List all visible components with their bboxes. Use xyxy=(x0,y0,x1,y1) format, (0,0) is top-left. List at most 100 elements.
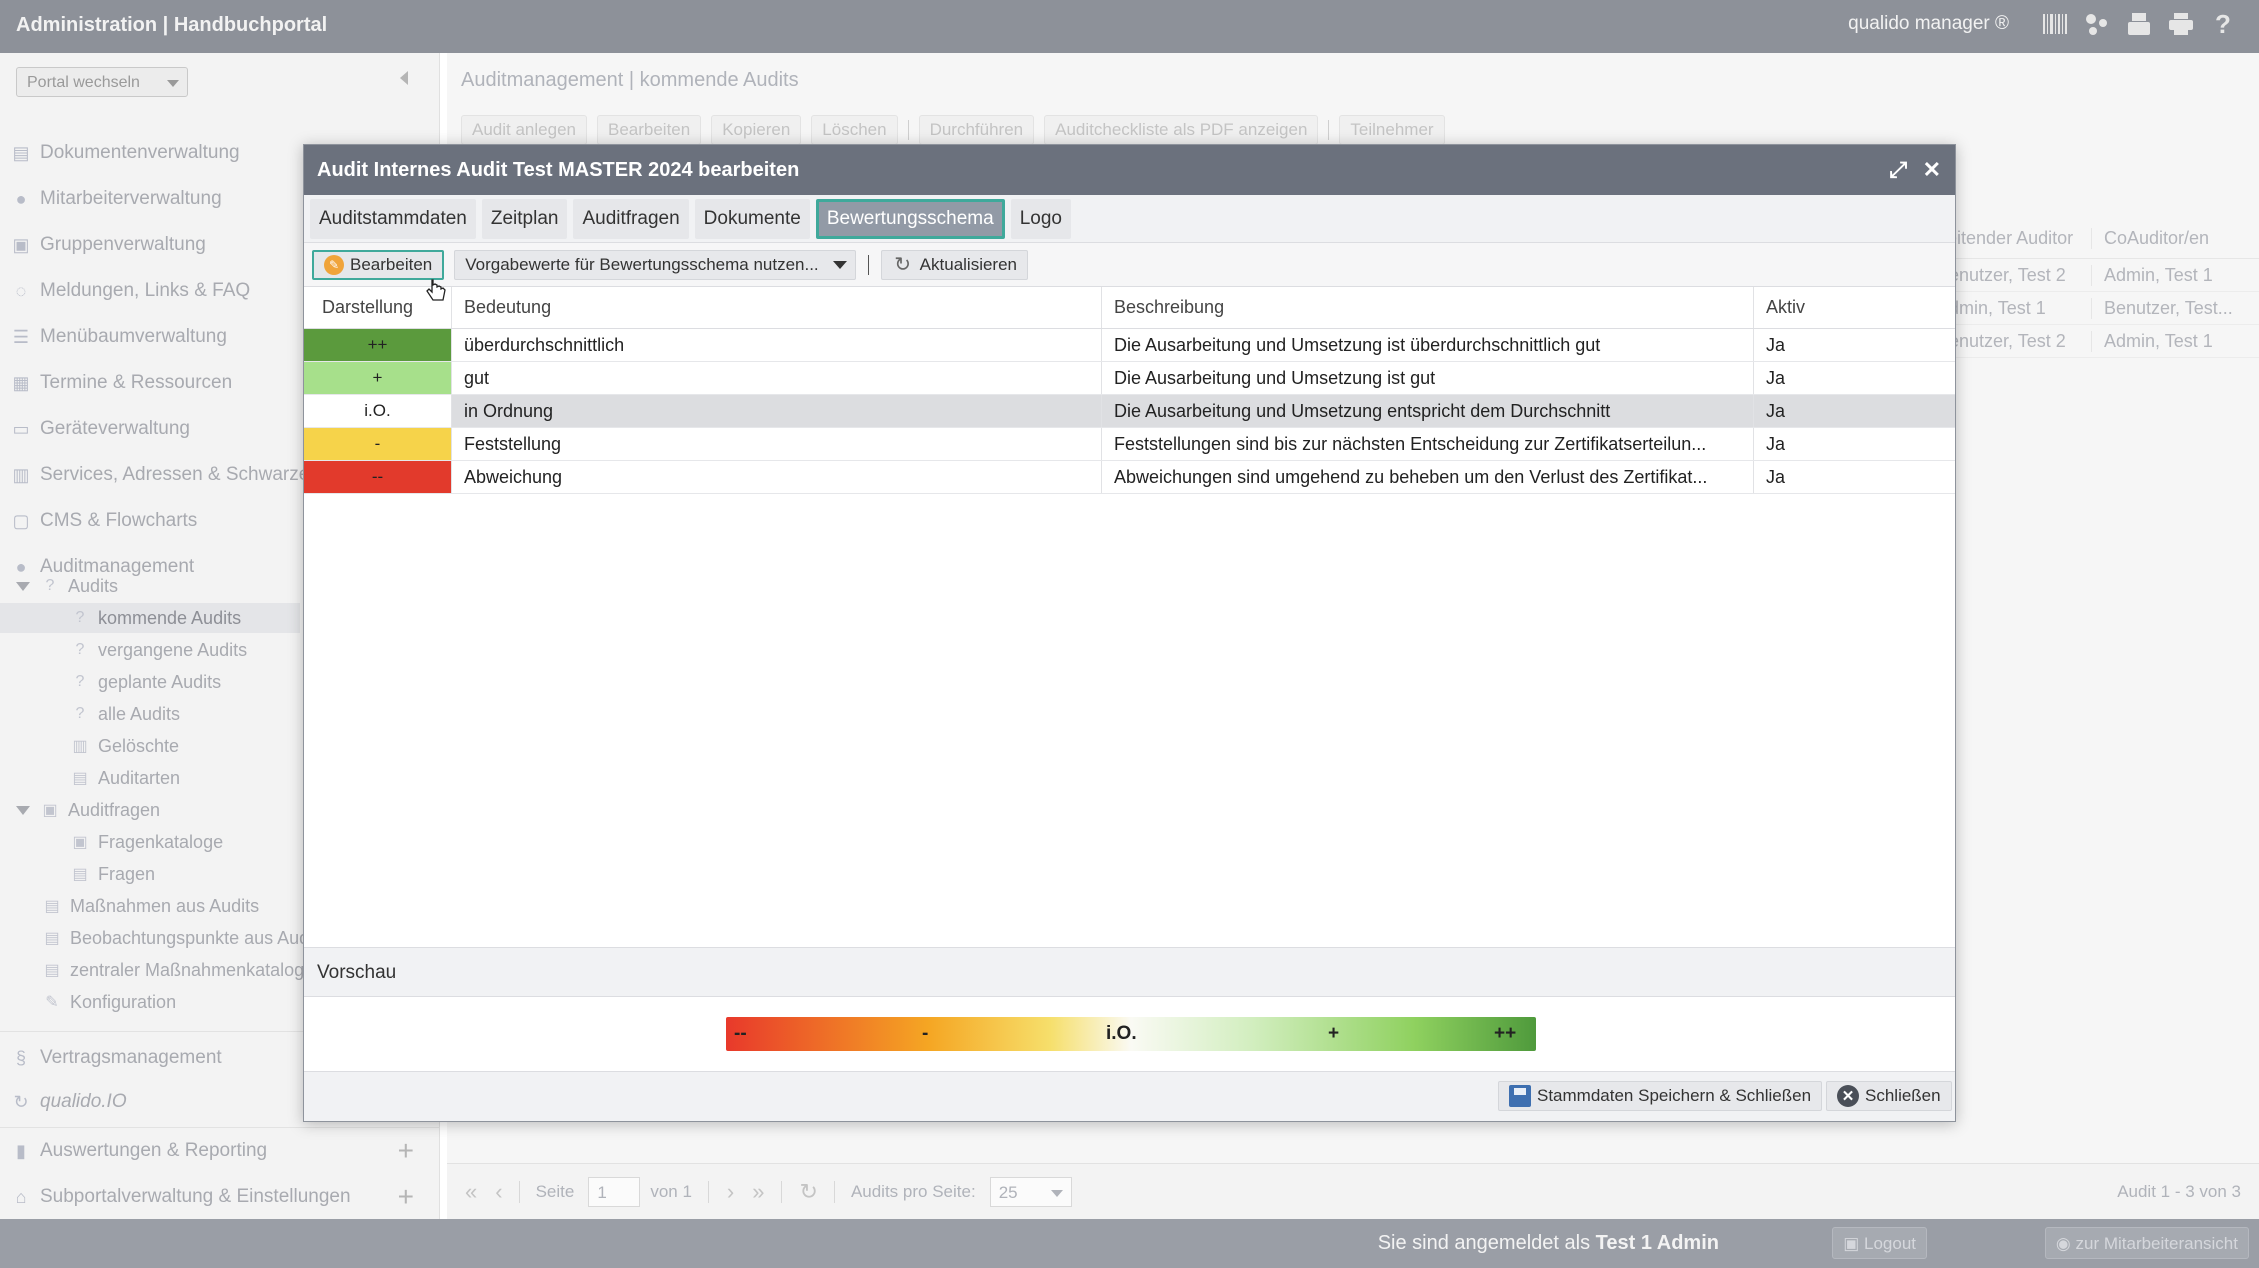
add-icon[interactable]: + xyxy=(398,1181,414,1213)
tree-item-vergangene-audits[interactable]: ? vergangene Audits xyxy=(70,635,248,665)
divider xyxy=(907,120,909,140)
tree-item-alle-audits[interactable]: ? alle Audits xyxy=(70,699,181,729)
tree-item-label: vergangene Audits xyxy=(98,639,248,660)
address-icon: ▥ xyxy=(12,464,30,485)
tree-item-auditarten[interactable]: ▤ Auditarten xyxy=(70,763,180,793)
tree-node-auditfragen[interactable]: ▣ Auditfragen xyxy=(16,795,160,825)
employee-view-button[interactable]: ◉ zur Mitarbeiteransicht xyxy=(2044,1227,2249,1259)
preview-mark: + xyxy=(1328,1023,1340,1044)
collapse-sidebar-icon[interactable] xyxy=(400,71,408,85)
sidebar-item-label: Gruppenverwaltung xyxy=(40,234,206,255)
prev-page-icon[interactable]: ‹ xyxy=(495,1179,502,1205)
sidebar-item-auswertungen[interactable]: ▮ Auswertungen & Reporting + xyxy=(0,1131,440,1171)
tab-bewertungsschema[interactable]: Bewertungsschema xyxy=(815,198,1005,239)
tree-item-geloeschte[interactable]: ▥ Gelöschte xyxy=(70,731,179,761)
rating-active: Ja xyxy=(1766,367,1786,388)
tree-node-label: Audits xyxy=(68,575,119,596)
table-row[interactable]: Admin, Test 1 Benutzer, Test... xyxy=(1927,292,2259,325)
tab-auditfragen[interactable]: Auditfragen xyxy=(573,198,689,239)
dialog-title-bar[interactable]: Audit Internes Audit Test MASTER 2024 be… xyxy=(304,145,1955,195)
add-icon[interactable]: + xyxy=(398,1135,414,1167)
tree-node-audits[interactable]: ? Audits xyxy=(16,571,118,601)
defaults-dropdown[interactable]: Vorgabewerte für Bewertungsschema nutzen… xyxy=(454,249,856,280)
sidebar-item-label: Subportalverwaltung & Einstellungen xyxy=(40,1186,351,1207)
group-icon: ▣ xyxy=(12,234,30,255)
ear-icon: ? xyxy=(75,673,85,690)
grid-row[interactable]: -- Abweichung Abweichungen sind umgehend… xyxy=(304,461,1955,494)
logout-button[interactable]: ▣ Logout xyxy=(1832,1227,1927,1259)
sidebar-item-label: Geräteverwaltung xyxy=(40,418,190,439)
per-page-select[interactable]: 25 xyxy=(989,1176,1072,1207)
divider xyxy=(867,254,869,275)
tree-item-fragenkataloge[interactable]: ▣ Fragenkataloge xyxy=(70,827,223,857)
page-number-input[interactable]: 1 xyxy=(588,1176,641,1207)
run-audit-button[interactable]: Durchführen xyxy=(918,115,1035,145)
tree-item-kommende-audits[interactable]: ? kommende Audits xyxy=(0,603,300,633)
sidebar-item-subportalverwaltung[interactable]: ⌂ Subportalverwaltung & Einstellungen + xyxy=(0,1177,440,1217)
sidebar-item-label: Menübaumverwaltung xyxy=(40,326,227,347)
expand-triangle-icon[interactable] xyxy=(16,805,30,815)
refresh-icon[interactable]: ↻ xyxy=(800,1179,818,1205)
column-header[interactable]: CoAuditor/en xyxy=(2091,228,2259,249)
rating-description: Die Ausarbeitung und Umsetzung ist gut xyxy=(1102,362,1754,394)
tree-item-konfiguration[interactable]: ✎ Konfiguration xyxy=(42,987,176,1017)
network-icon[interactable] xyxy=(2083,10,2111,38)
first-page-icon[interactable]: « xyxy=(465,1179,477,1205)
list-icon: ☰ xyxy=(12,326,30,347)
portal-switch-select[interactable]: Portal wechseln xyxy=(16,67,188,97)
edit-audit-button[interactable]: Bearbeiten xyxy=(596,115,702,145)
divider xyxy=(1328,120,1330,140)
rating-meaning: Feststellung xyxy=(452,428,1102,460)
tree-item-label: Beobachtungspunkte aus Audits xyxy=(70,927,328,948)
grid-row[interactable]: ++ überdurchschnittlich Die Ausarbeitung… xyxy=(304,329,1955,362)
table-row[interactable]: Benutzer, Test 2 Admin, Test 1 xyxy=(1927,259,2259,292)
column-header-bedeutung[interactable]: Bedeutung xyxy=(452,287,1102,328)
rating-meaning: gut xyxy=(452,362,1102,394)
help-icon[interactable]: ? xyxy=(2209,9,2237,39)
grid-header: Darstellung Bedeutung Beschreibung Aktiv xyxy=(304,287,1955,329)
tree-item-massnahmenkatalog[interactable]: ▤ zentraler Maßnahmenkatalog xyxy=(42,955,304,985)
save-close-button[interactable]: Stammdaten Speichern & Schließen xyxy=(1498,1081,1823,1111)
tree-item-beobachtungspunkte[interactable]: ▤ Beobachtungspunkte aus Audits xyxy=(42,923,327,953)
expand-triangle-icon[interactable] xyxy=(16,581,30,591)
edit-scheme-button[interactable]: ✎ Bearbeiten xyxy=(312,249,445,280)
tree-item-geplante-audits[interactable]: ? geplante Audits xyxy=(70,667,222,697)
fax-icon[interactable] xyxy=(2125,10,2153,38)
next-page-icon[interactable]: › xyxy=(727,1179,734,1205)
grid-row[interactable]: - Feststellung Feststellungen sind bis z… xyxy=(304,428,1955,461)
copy-audit-button[interactable]: Kopieren xyxy=(711,115,802,145)
rating-swatch: ++ xyxy=(304,329,452,361)
tree-item-massnahmen[interactable]: ▤ Maßnahmen aus Audits xyxy=(42,891,259,921)
last-page-icon[interactable]: » xyxy=(752,1179,764,1205)
pagination-bar: « ‹ Seite 1 von 1 › » ↻ Audits pro Seite… xyxy=(447,1163,2259,1219)
maximize-icon[interactable]: ⤢ xyxy=(1889,157,1907,183)
refresh-button[interactable]: ↻ Aktualisieren xyxy=(880,249,1028,280)
tab-auditstammdaten[interactable]: Auditstammdaten xyxy=(310,198,476,239)
barcode-icon[interactable] xyxy=(2041,10,2069,38)
cms-icon: ▢ xyxy=(12,510,30,531)
tree-item-fragen[interactable]: ▤ Fragen xyxy=(70,859,155,889)
document-icon: ▤ xyxy=(72,866,88,883)
rating-active: Ja xyxy=(1766,400,1786,421)
tab-dokumente[interactable]: Dokumente xyxy=(694,198,810,239)
print-icon[interactable] xyxy=(2167,10,2195,38)
rating-swatch: -- xyxy=(304,461,452,493)
document-icon: ▤ xyxy=(44,962,60,979)
search-document-icon: ▣ xyxy=(72,834,88,851)
column-header-aktiv[interactable]: Aktiv xyxy=(1754,287,1955,328)
grid-row[interactable]: + gut Die Ausarbeitung und Umsetzung ist… xyxy=(304,362,1955,395)
tree-item-label: Maßnahmen aus Audits xyxy=(70,895,260,916)
close-button[interactable]: ✕ Schließen xyxy=(1826,1081,1952,1111)
column-header-beschreibung[interactable]: Beschreibung xyxy=(1102,287,1754,328)
save-icon xyxy=(1509,1085,1531,1107)
delete-audit-button[interactable]: Löschen xyxy=(811,115,898,145)
grid-row-selected[interactable]: i.O. in Ordnung Die Ausarbeitung und Ums… xyxy=(304,395,1955,428)
participants-button[interactable]: Teilnehmer xyxy=(1339,115,1445,145)
tab-zeitplan[interactable]: Zeitplan xyxy=(481,198,568,239)
close-icon[interactable]: ✕ xyxy=(1923,157,1941,183)
add-audit-button[interactable]: Audit anlegen xyxy=(461,115,587,145)
logout-icon: ▣ xyxy=(1843,1234,1864,1253)
tab-logo[interactable]: Logo xyxy=(1010,198,1071,239)
table-row[interactable]: Benutzer, Test 2 Admin, Test 1 xyxy=(1927,325,2259,358)
checklist-pdf-button[interactable]: Auditcheckliste als PDF anzeigen xyxy=(1044,115,1319,145)
